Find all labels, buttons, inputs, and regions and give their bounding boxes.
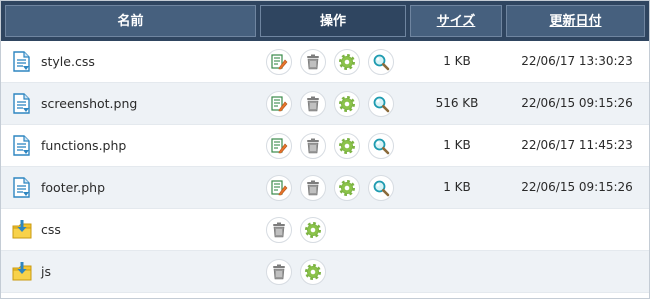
column-header-actions: 操作 xyxy=(260,5,406,37)
delete-button[interactable] xyxy=(266,259,292,285)
file-manager-table: 名前 操作 サイズ 更新日付 style.css 1 KB 22/06/17 1… xyxy=(0,0,650,299)
delete-button[interactable] xyxy=(300,133,326,159)
delete-button[interactable] xyxy=(300,91,326,117)
table-row: functions.php 1 KB 22/06/17 11:45:23 xyxy=(1,125,649,167)
modified-date: 22/06/17 11:45:23 xyxy=(521,138,633,152)
file-size: 1 KB xyxy=(443,180,471,194)
file-size: 1 KB xyxy=(443,138,471,152)
file-name-link[interactable]: screenshot.png xyxy=(41,83,137,124)
view-button[interactable] xyxy=(368,91,394,117)
trash-icon xyxy=(273,222,285,238)
edit-pencil-icon xyxy=(271,96,288,112)
column-header-name[interactable]: 名前 xyxy=(5,5,256,37)
gear-icon xyxy=(339,180,355,196)
magnifier-icon xyxy=(373,180,390,197)
delete-button[interactable] xyxy=(300,49,326,75)
folder-download-icon xyxy=(12,219,32,241)
magnifier-icon xyxy=(373,138,390,155)
settings-button[interactable] xyxy=(334,133,360,159)
folder-download-icon xyxy=(12,261,32,283)
file-download-icon xyxy=(12,177,32,199)
trash-icon xyxy=(307,54,319,70)
trash-icon xyxy=(273,264,285,280)
magnifier-icon xyxy=(373,54,390,71)
file-download-icon xyxy=(12,93,32,115)
file-size: 516 KB xyxy=(435,96,479,110)
folder-name-link[interactable]: js xyxy=(41,251,51,292)
file-download-icon xyxy=(12,51,32,73)
file-name-link[interactable]: functions.php xyxy=(41,125,126,166)
column-header-date[interactable]: 更新日付 xyxy=(506,5,645,37)
gear-icon xyxy=(339,96,355,112)
gear-icon xyxy=(339,54,355,70)
file-name-link[interactable]: footer.php xyxy=(41,167,105,208)
table-row: style.css 1 KB 22/06/17 13:30:23 xyxy=(1,41,649,83)
settings-button[interactable] xyxy=(300,217,326,243)
edit-pencil-icon xyxy=(271,180,288,196)
settings-button[interactable] xyxy=(334,91,360,117)
gear-icon xyxy=(339,138,355,154)
table-row: css xyxy=(1,209,649,251)
view-button[interactable] xyxy=(368,133,394,159)
view-button[interactable] xyxy=(368,175,394,201)
gear-icon xyxy=(305,222,321,238)
edit-button[interactable] xyxy=(266,175,292,201)
column-header-size[interactable]: サイズ xyxy=(410,5,502,37)
table-row: footer.php 1 KB 22/06/15 09:15:26 xyxy=(1,167,649,209)
settings-button[interactable] xyxy=(334,175,360,201)
table-row: screenshot.png 516 KB 22/06/15 09:15:26 xyxy=(1,83,649,125)
folder-name-link[interactable]: css xyxy=(41,209,61,250)
file-download-icon xyxy=(12,135,32,157)
gear-icon xyxy=(305,264,321,280)
delete-button[interactable] xyxy=(266,217,292,243)
settings-button[interactable] xyxy=(300,259,326,285)
file-name-link[interactable]: style.css xyxy=(41,41,95,82)
settings-button[interactable] xyxy=(334,49,360,75)
modified-date: 22/06/15 09:15:26 xyxy=(521,180,633,194)
edit-button[interactable] xyxy=(266,49,292,75)
edit-button[interactable] xyxy=(266,133,292,159)
table-header: 名前 操作 サイズ 更新日付 xyxy=(1,1,649,41)
magnifier-icon xyxy=(373,96,390,113)
modified-date: 22/06/15 09:15:26 xyxy=(521,96,633,110)
table-row: js xyxy=(1,251,649,293)
edit-button[interactable] xyxy=(266,91,292,117)
view-button[interactable] xyxy=(368,49,394,75)
edit-pencil-icon xyxy=(271,54,288,70)
trash-icon xyxy=(307,96,319,112)
edit-pencil-icon xyxy=(271,138,288,154)
trash-icon xyxy=(307,138,319,154)
file-size: 1 KB xyxy=(443,54,471,68)
modified-date: 22/06/17 13:30:23 xyxy=(521,54,633,68)
trash-icon xyxy=(307,180,319,196)
delete-button[interactable] xyxy=(300,175,326,201)
